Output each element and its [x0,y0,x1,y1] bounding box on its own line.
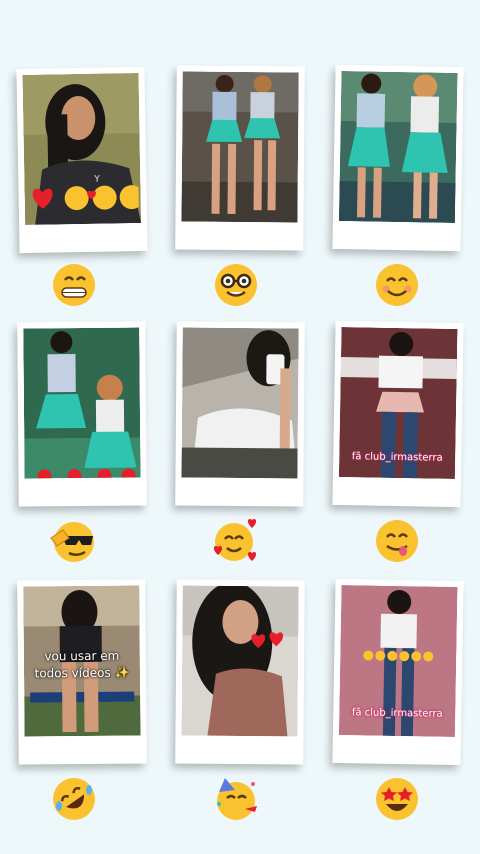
reuse-caption: vou usar em todos vídeos ✨ [34,648,130,681]
photo-card-1[interactable]: Y [16,66,148,254]
photo-8 [181,585,299,737]
photo-3 [338,71,458,224]
photo-7: vou usar em todos vídeos ✨ [23,585,141,737]
photo-6: fã club_irmasterra [338,327,458,480]
emoji-sticker-row [32,185,139,211]
photo-card-9[interactable]: fã club_irmasterra [332,578,464,766]
photo-9: fã club_irmasterra [338,585,458,738]
photo-5 [181,327,299,479]
photo-card-6[interactable]: fã club_irmasterra [332,320,464,508]
photo-card-8[interactable] [175,579,305,765]
salute-sunglasses-face-icon[interactable] [49,518,95,564]
fan-club-caption-2: fã club_irmasterra [351,707,443,720]
star-struck-face-icon[interactable] [374,776,420,822]
photo-card-5[interactable] [175,321,305,507]
smiling-face-icon[interactable] [374,262,420,308]
grinning-face-icon[interactable] [51,262,97,308]
photo-card-4[interactable] [17,321,147,507]
photo-4 [23,327,141,479]
photo-card-2[interactable] [175,65,305,251]
smiling-face-with-hearts-icon[interactable] [211,518,257,564]
partying-face-icon[interactable] [213,776,259,822]
photo-card-3[interactable] [332,64,464,252]
rolling-laughing-face-icon[interactable] [51,776,97,822]
photo-card-7[interactable]: vou usar em todos vídeos ✨ [17,579,147,765]
face-savoring-food-icon[interactable] [374,518,420,564]
nerd-face-icon[interactable] [213,262,259,308]
photo-2 [181,71,299,223]
polaroid-grid: Y fã club_irmasterra vou usar em todos v… [0,0,480,854]
fan-club-caption-1: fã club_irmasterra [351,451,443,464]
